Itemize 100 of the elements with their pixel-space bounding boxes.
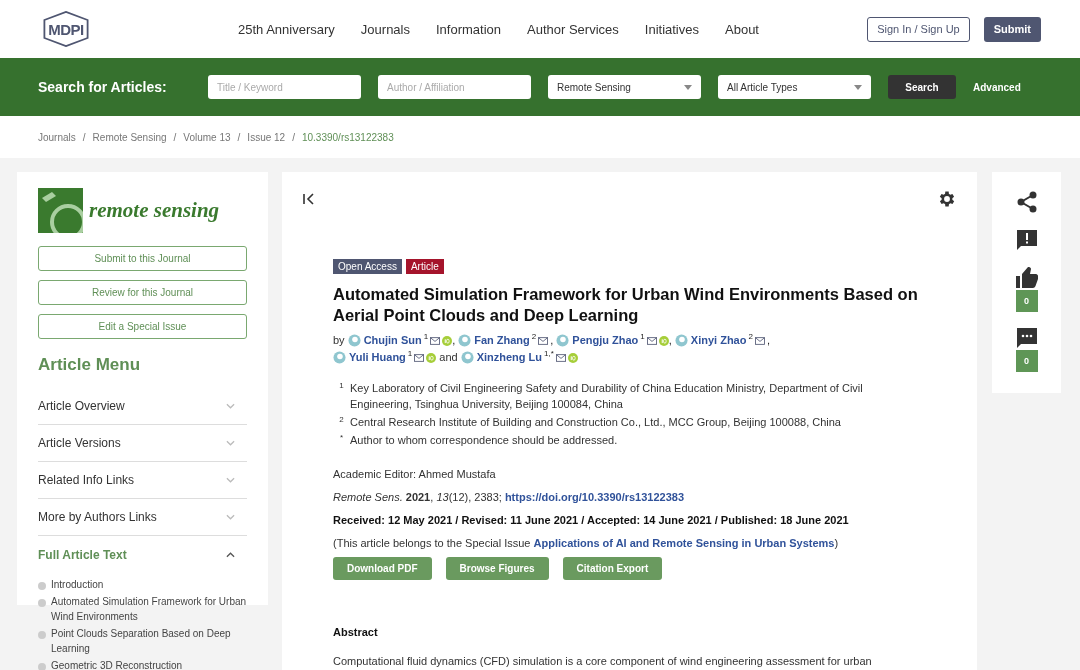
and-label: and	[439, 350, 458, 365]
affiliation-text: Author to whom correspondence should be addressed.	[350, 433, 619, 448]
nav-link[interactable]: Author Services	[527, 21, 619, 37]
section-link[interactable]: Automated Simulation Framework for Urban Wind Environments	[51, 594, 247, 624]
affiliation-mark: 1	[640, 332, 645, 342]
comma: ,	[452, 333, 456, 348]
menu-title: Article Menu	[38, 355, 142, 375]
author-link[interactable]: Yuli Huang	[349, 349, 406, 366]
person-icon	[674, 334, 688, 347]
menu-item[interactable]: More by Authors Links	[38, 499, 247, 536]
by-label: by	[333, 333, 345, 348]
mdpi-logo[interactable]: MDPI	[38, 11, 94, 47]
breadcrumb-link[interactable]: Remote Sensing	[92, 131, 167, 143]
bullet-icon	[38, 599, 46, 607]
doi-link[interactable]: https://doi.org/10.3390/rs13122383	[504, 491, 685, 503]
sign-in-button[interactable]: Sign In / Sign Up	[867, 16, 970, 42]
journal-button[interactable]: Submit to this Journal	[38, 246, 247, 271]
author-link[interactable]: Xinzheng Lu	[476, 349, 543, 366]
breadcrumb-link[interactable]: Journals	[38, 131, 76, 143]
author-link[interactable]: Fan Zhang	[474, 332, 530, 349]
breadcrumb-link[interactable]: 10.3390/rs13122383	[301, 131, 394, 143]
affiliation-text: Key Laboratory of Civil Engineering Safety and Durability of China Education Ministry, Department of Civil Engineering, Tsinghua University, Beijing 100084, China	[350, 381, 864, 412]
chevron-down-icon	[226, 477, 235, 483]
thumbs-up-icon[interactable]	[1014, 266, 1039, 290]
article-title: Automated Simulation Framework for Urban Wind Environments Based on Aerial Point Clouds and Deep Learning	[333, 284, 918, 326]
affiliation-mark: 1,*	[544, 349, 554, 359]
chevron-up-icon	[226, 551, 235, 558]
email-icon[interactable]	[555, 353, 566, 362]
article-tag: Open Access	[333, 259, 402, 274]
bullet-icon	[38, 663, 46, 670]
person-icon	[347, 334, 361, 347]
comment-icon[interactable]	[1014, 326, 1039, 350]
affiliation-mark: 1	[407, 349, 413, 359]
dropdown[interactable]: Remote Sensing	[548, 75, 701, 99]
special-issue-note: (This article belongs to the Special Issue Applications of AI and Remote Sensing in Urban Systems)	[333, 537, 840, 549]
nav-link[interactable]: Initiatives	[644, 21, 699, 37]
settings-icon[interactable]	[937, 189, 957, 209]
article-tag: Article	[405, 259, 444, 274]
journal-name[interactable]: remote sensing	[89, 198, 220, 223]
breadcrumb-separator: /	[173, 131, 177, 143]
section-link[interactable]: Geometric 3D Reconstruction	[51, 658, 183, 670]
collapse-icon[interactable]	[302, 192, 316, 206]
email-icon[interactable]	[646, 336, 657, 345]
breadcrumb-separator: /	[237, 131, 241, 143]
person-icon	[458, 334, 472, 347]
bullet-icon	[38, 631, 46, 639]
affiliation-mark: *	[338, 432, 345, 444]
nav-link[interactable]: 25th Anniversary	[238, 21, 335, 37]
email-icon[interactable]	[754, 336, 765, 345]
search-button[interactable]: Search	[888, 75, 956, 99]
count-badge: 0	[1015, 350, 1038, 372]
journal-button[interactable]: Edit a Special Issue	[38, 314, 247, 339]
chevron-down-icon	[226, 514, 235, 520]
affiliation-mark: 2	[531, 332, 537, 342]
chevron-down-icon	[226, 440, 235, 446]
menu-item[interactable]: Full Article Text	[38, 536, 247, 573]
affiliation-text: Central Research Institute of Building and Construction Co., Ltd., MCC Group, Beijing 100088, China	[350, 415, 842, 430]
abstract-text: Computational fluid dynamics (CFD) simulation is a core component of wind engineering assessment for urban	[333, 655, 873, 667]
affiliation-mark: 1	[423, 332, 429, 342]
abstract-heading: Abstract	[333, 626, 379, 638]
breadcrumb-separator: /	[82, 131, 86, 143]
author-link[interactable]: Chujin Sun	[363, 332, 422, 349]
person-icon	[556, 334, 570, 347]
bullet-icon	[38, 582, 46, 590]
search-field[interactable]: Author / Affiliation	[378, 75, 531, 99]
author-link[interactable]: Xinyi Zhao	[690, 332, 747, 349]
nav-link[interactable]: About	[725, 21, 759, 37]
advanced-link[interactable]: Advanced	[973, 81, 1021, 93]
nav-link[interactable]: Journals	[360, 21, 410, 37]
email-icon[interactable]	[430, 336, 441, 345]
count-badge: 0	[1015, 290, 1038, 312]
affiliation-mark: 2	[338, 414, 345, 426]
email-icon[interactable]	[538, 336, 549, 345]
nav-link[interactable]: Information	[436, 21, 502, 37]
breadcrumb-link[interactable]: Volume 13	[183, 131, 231, 143]
alert-comment-icon[interactable]	[1014, 228, 1039, 252]
comma: ,	[766, 333, 770, 348]
email-icon[interactable]	[414, 353, 425, 362]
journal-logo-icon	[38, 188, 83, 233]
menu-item[interactable]: Article Versions	[38, 425, 247, 462]
journal-button[interactable]: Review for this Journal	[38, 280, 247, 305]
comma: ,	[550, 333, 554, 348]
affiliation-mark: 1	[338, 380, 345, 392]
person-icon	[333, 351, 346, 364]
menu-item[interactable]: Related Info Links	[38, 462, 247, 499]
person-icon	[460, 351, 474, 364]
comma: ,	[668, 333, 672, 348]
academic-editor: Academic Editor: Ahmed Mustafa	[333, 468, 497, 480]
author-link[interactable]: Pengju Zhao	[572, 332, 639, 349]
menu-item[interactable]: Article Overview	[38, 388, 247, 425]
section-link[interactable]: Introduction	[51, 577, 104, 592]
submit-button[interactable]: Submit	[983, 16, 1041, 42]
special-issue-link[interactable]: Applications of AI and Remote Sensing in Urban Systems	[533, 537, 835, 549]
section-link[interactable]: Point Clouds Separation Based on Deep Learning	[51, 626, 247, 656]
dropdown[interactable]: All Article Types	[718, 75, 871, 99]
citation-text: Remote Sens. 2021, 13(12), 2383;	[333, 491, 502, 503]
breadcrumb-link[interactable]: Issue 12	[247, 131, 286, 143]
search-field[interactable]: Title / Keyword	[208, 75, 361, 99]
publication-dates: Received: 12 May 2021 / Revised: 11 June 2021 / Accepted: 14 June 2021 / Published: 18 June 2021	[333, 514, 850, 526]
affiliation-mark: 2	[748, 332, 753, 342]
